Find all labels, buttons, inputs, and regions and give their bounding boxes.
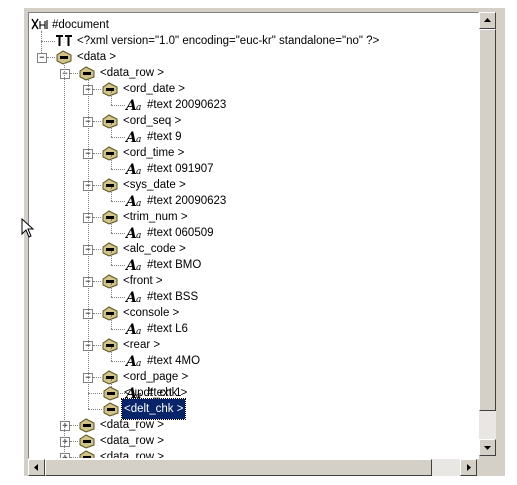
data-row-label: <data_row > xyxy=(100,451,164,459)
scroll-left-button[interactable] xyxy=(28,459,45,476)
xml-tree-view[interactable]: #document <?xml version="1.0" encoding="… xyxy=(28,12,479,459)
vertical-scroll-thumb[interactable] xyxy=(479,29,496,411)
arrow-down-icon xyxy=(484,446,491,450)
arrow-left-icon xyxy=(34,464,38,471)
tree-node-data-row-collapsed[interactable]: + <data_row > xyxy=(29,447,478,459)
arrow-right-icon xyxy=(467,464,471,471)
scroll-up-button[interactable] xyxy=(479,12,496,29)
arrow-up-icon xyxy=(484,18,491,22)
horizontal-scrollbar[interactable] xyxy=(28,459,477,476)
expand-toggle[interactable]: + xyxy=(60,437,70,447)
vertical-scrollbar[interactable] xyxy=(479,12,496,456)
expand-toggle[interactable]: + xyxy=(60,421,70,431)
xml-tree-panel: #document <?xml version="1.0" encoding="… xyxy=(24,8,505,476)
collapse-toggle[interactable]: − xyxy=(60,69,70,79)
scroll-down-button[interactable] xyxy=(479,439,496,456)
element-node-icon xyxy=(79,450,95,458)
scrollbar-corner xyxy=(479,459,496,476)
collapse-toggle[interactable]: − xyxy=(37,53,47,63)
mouse-pointer-icon xyxy=(21,218,35,238)
horizontal-scroll-thumb[interactable] xyxy=(45,459,432,476)
scroll-right-button[interactable] xyxy=(460,459,477,476)
